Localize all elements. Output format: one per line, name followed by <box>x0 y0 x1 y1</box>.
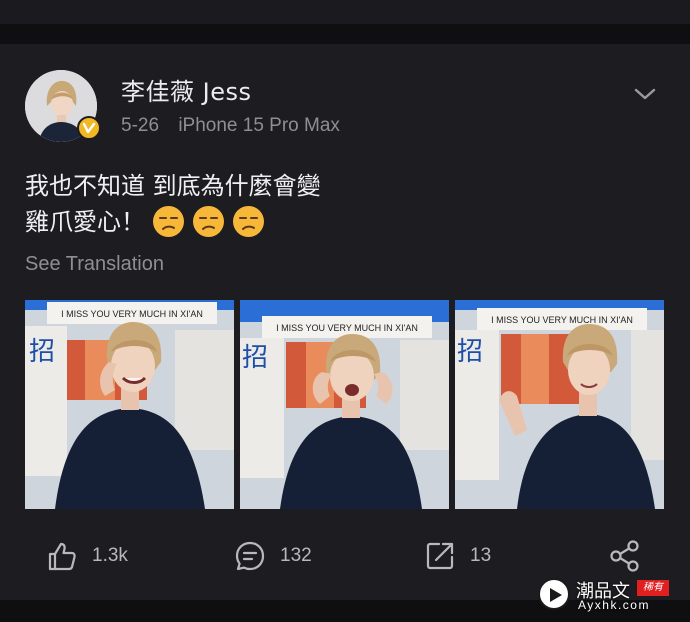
play-icon <box>538 578 570 610</box>
feed-separator <box>0 24 690 44</box>
post-text-line1: 我也不知道 到底為什麼會變 <box>25 172 321 200</box>
chevron-down-icon[interactable] <box>632 84 658 104</box>
repost-icon <box>426 542 454 570</box>
unamused-face-icon <box>153 206 184 237</box>
post-photo-3[interactable]: I MISS YOU VERY MUCH IN XI'AN 招 <box>455 300 664 509</box>
like-button[interactable]: 1.3k <box>46 538 128 574</box>
post-photo-2[interactable]: I MISS YOU VERY MUCH IN XI'AN 招 <box>240 300 449 509</box>
repost-button[interactable]: 13 <box>424 538 491 574</box>
unamused-face-icon <box>193 206 224 237</box>
like-icon <box>48 542 76 571</box>
post-photo-1[interactable]: I MISS YOU VERY MUCH IN XI'AN 招 <box>25 300 234 509</box>
photo-sign-char: 招 <box>242 343 268 373</box>
site-watermark: 潮品文 稀有 Ayxhk.com <box>538 577 680 613</box>
share-button[interactable] <box>608 538 642 574</box>
post-date: 5-26 <box>121 115 160 136</box>
comment-count: 132 <box>280 545 312 566</box>
verified-badge-icon <box>77 116 101 140</box>
photo-banner-text: I MISS YOU VERY MUCH IN XI'AN <box>491 315 633 325</box>
post-meta: 5-26 iPhone 15 Pro Max <box>121 115 340 137</box>
photo-sign-char: 招 <box>457 337 483 367</box>
top-bar-remnant <box>0 0 690 24</box>
repost-count: 13 <box>470 545 492 566</box>
share-icon <box>610 540 639 572</box>
photo-banner-text: I MISS YOU VERY MUCH IN XI'AN <box>61 309 203 319</box>
unamused-face-icon <box>233 206 264 237</box>
watermark-domain: Ayxhk.com <box>578 598 650 612</box>
post-device: iPhone 15 Pro Max <box>178 115 340 136</box>
photo-sign-char: 招 <box>29 337 55 367</box>
comment-icon <box>235 541 265 571</box>
comment-button[interactable]: 132 <box>234 538 312 574</box>
post-text: 我也不知道 到底為什麼會變 雞爪愛心！ <box>25 168 665 240</box>
post-text-line2-wrap: 雞爪愛心！ <box>25 204 665 240</box>
post-text-line2: 雞爪愛心！ <box>25 208 145 236</box>
see-translation-link[interactable]: See Translation <box>25 253 164 276</box>
photo-banner-text: I MISS YOU VERY MUCH IN XI'AN <box>276 323 418 333</box>
watermark-seal: 稀有 <box>637 580 669 596</box>
like-count: 1.3k <box>92 545 128 566</box>
username[interactable]: 李佳薇 Jess <box>121 72 251 107</box>
